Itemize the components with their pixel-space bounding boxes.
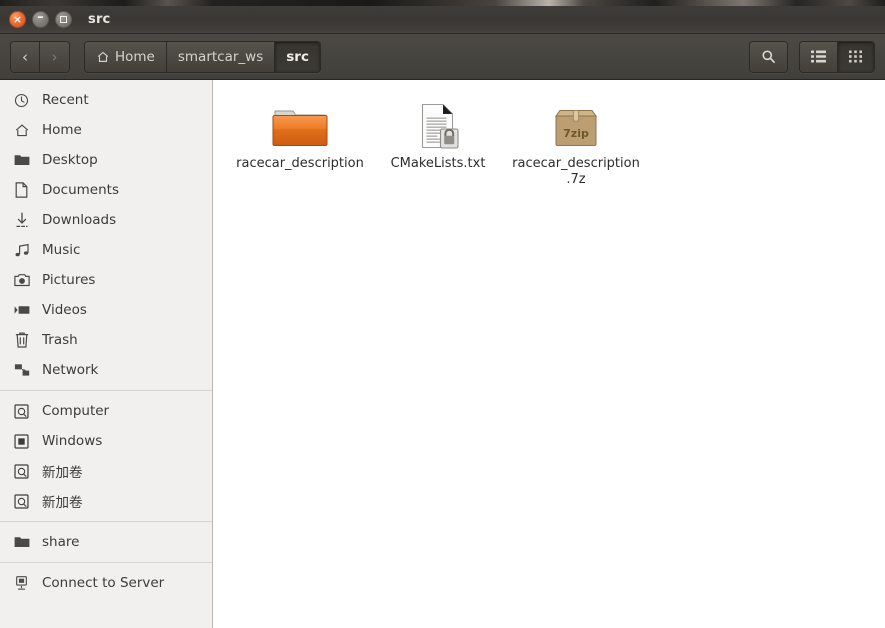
minimize-icon: –	[37, 10, 44, 25]
file-item-racecar-description[interactable]: racecar_description	[231, 94, 369, 196]
sidebar-label-videos: Videos	[42, 302, 87, 318]
sidebar-label-desktop: Desktop	[42, 152, 98, 168]
sidebar-item-videos[interactable]: Videos	[0, 295, 212, 325]
breadcrumb-item-src[interactable]: src	[275, 41, 320, 72]
view-mode-group	[799, 40, 875, 73]
sidebar-label-recent: Recent	[42, 92, 89, 108]
breadcrumb-label-smartcar-ws: smartcar_ws	[177, 48, 264, 65]
chevron-right-icon: ›	[51, 47, 58, 66]
sidebar-separator	[0, 562, 212, 563]
close-window-button[interactable]: ×	[9, 11, 26, 28]
sidebar-label-pictures: Pictures	[42, 272, 96, 288]
sidebar-item-recent[interactable]: Recent	[0, 85, 212, 115]
forward-button[interactable]: ›	[40, 41, 69, 72]
download-icon	[13, 212, 30, 229]
trash-icon	[13, 332, 30, 349]
sidebar-item-home[interactable]: Home	[0, 115, 212, 145]
minimize-window-button[interactable]: –	[32, 11, 49, 28]
sidebar-separator	[0, 521, 212, 522]
file-item-cmakelists[interactable]: CMakeLists.txt	[369, 94, 507, 196]
window-titlebar: × – src	[0, 6, 885, 34]
network-icon	[13, 362, 30, 379]
search-button-group	[749, 40, 788, 73]
sidebar-label-computer: Computer	[42, 403, 110, 419]
breadcrumb-label-src: src	[286, 48, 309, 65]
sidebar-label-trash: Trash	[42, 332, 78, 348]
file-label-racecar-description-7z: racecar_description.7z	[512, 156, 640, 187]
hard-drive-icon	[13, 463, 30, 480]
window-title: src	[88, 12, 111, 27]
breadcrumb-item-home[interactable]: Home	[85, 41, 167, 72]
file-grid[interactable]: racecar_description CMakeLists.txt 7zip …	[213, 80, 885, 628]
list-view-icon	[811, 50, 826, 63]
sidebar-item-desktop[interactable]: Desktop	[0, 145, 212, 175]
sidebar-label-downloads: Downloads	[42, 212, 117, 228]
grid-view-button[interactable]	[838, 41, 874, 72]
search-button[interactable]	[750, 41, 787, 72]
server-connect-icon	[13, 575, 30, 592]
breadcrumb-label-home: Home	[115, 48, 155, 65]
sidebar-separator	[0, 390, 212, 391]
breadcrumb: Home smartcar_ws src	[84, 40, 321, 73]
home-icon	[96, 50, 110, 64]
file-label-cmakelists: CMakeLists.txt	[390, 156, 486, 171]
toolbar: ‹ › Home smartcar_ws src	[0, 34, 885, 80]
sidebar-item-pictures[interactable]: Pictures	[0, 265, 212, 295]
sidebar-item-connect-to-server[interactable]: Connect to Server	[0, 568, 212, 598]
navigation-button-group: ‹ ›	[10, 40, 70, 73]
sidebar-item-trash[interactable]: Trash	[0, 325, 212, 355]
breadcrumb-item-smartcar-ws[interactable]: smartcar_ws	[166, 41, 276, 72]
sidebar-item-network[interactable]: Network	[0, 355, 212, 385]
drive-windows-icon	[13, 433, 30, 450]
sidebar-item-share[interactable]: share	[0, 527, 212, 557]
folder-icon	[13, 534, 30, 551]
grid-view-icon	[849, 50, 863, 63]
sidebar-item-downloads[interactable]: Downloads	[0, 205, 212, 235]
file-label-racecar-description: racecar_description	[236, 156, 364, 171]
sidebar[interactable]: Recent Home Desktop Documents Downloads …	[0, 80, 213, 628]
window-body: Recent Home Desktop Documents Downloads …	[0, 80, 885, 628]
camera-icon	[13, 272, 30, 289]
lock-emblem	[439, 128, 459, 149]
maximize-icon	[60, 16, 67, 23]
folder-orange-icon	[272, 100, 328, 150]
sidebar-label-share: share	[42, 534, 80, 550]
archive-7zip-icon: 7zip	[552, 100, 600, 150]
chevron-left-icon: ‹	[22, 47, 28, 66]
archive-badge-text: 7zip	[563, 127, 589, 140]
hard-drive-icon	[13, 403, 30, 420]
sidebar-label-network: Network	[42, 362, 99, 378]
sidebar-item-computer[interactable]: Computer	[0, 396, 212, 426]
sidebar-label-volume-1: 新加卷	[42, 465, 83, 481]
home-icon	[13, 122, 30, 139]
music-note-icon	[13, 242, 30, 259]
toolbar-right-group	[749, 40, 875, 73]
folder-icon	[13, 152, 30, 169]
sidebar-label-music: Music	[42, 242, 81, 258]
close-icon: ×	[12, 13, 23, 26]
sidebar-item-documents[interactable]: Documents	[0, 175, 212, 205]
document-icon	[13, 182, 30, 199]
sidebar-label-documents: Documents	[42, 182, 119, 198]
sidebar-label-home: Home	[42, 122, 82, 138]
sidebar-label-connect-to-server: Connect to Server	[42, 575, 165, 591]
file-item-racecar-description-7z[interactable]: 7zip racecar_description.7z	[507, 94, 645, 196]
sidebar-label-windows: Windows	[42, 433, 103, 449]
search-icon	[761, 49, 776, 64]
list-view-button[interactable]	[800, 41, 838, 72]
sidebar-item-windows[interactable]: Windows	[0, 426, 212, 456]
clock-icon	[13, 92, 30, 109]
hard-drive-icon	[13, 493, 30, 510]
text-document-locked-icon	[416, 100, 460, 150]
video-camera-icon	[13, 302, 30, 319]
sidebar-item-volume-2[interactable]: 新加卷	[0, 486, 212, 516]
back-button[interactable]: ‹	[11, 41, 40, 72]
sidebar-item-music[interactable]: Music	[0, 235, 212, 265]
file-manager-window: × – src ‹ › Home smartcar_ws src Recent …	[0, 6, 885, 628]
sidebar-item-volume-1[interactable]: 新加卷	[0, 456, 212, 486]
maximize-window-button[interactable]	[55, 11, 72, 28]
sidebar-label-volume-2: 新加卷	[42, 495, 83, 511]
